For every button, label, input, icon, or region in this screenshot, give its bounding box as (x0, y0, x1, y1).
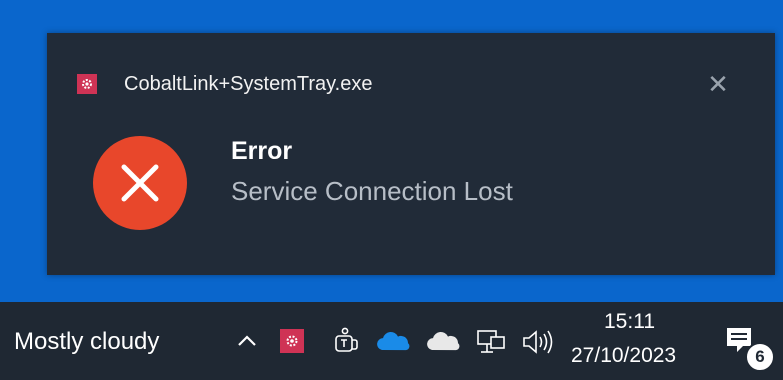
toast-message: Service Connection Lost (231, 176, 513, 206)
onedrive-white-icon[interactable] (426, 332, 460, 352)
onedrive-blue-icon[interactable] (376, 332, 410, 352)
network-icon[interactable] (475, 327, 507, 357)
toast-notification[interactable]: CobaltLink+SystemTray.exe ✕ Error Servic… (47, 33, 775, 275)
error-icon (93, 136, 187, 230)
teams-icon[interactable] (333, 327, 359, 355)
cobaltlink-app-icon (77, 74, 97, 94)
chevron-up-icon[interactable] (234, 328, 260, 354)
close-icon[interactable]: ✕ (703, 69, 733, 99)
toast-app-name: CobaltLink+SystemTray.exe (124, 73, 373, 95)
volume-icon[interactable] (520, 327, 554, 357)
toast-title: Error (231, 137, 293, 165)
weather-widget[interactable]: Mostly cloudy (14, 328, 159, 356)
clock-date[interactable]: 27/10/2023 (571, 344, 676, 368)
cobaltlink-tray-icon[interactable] (280, 329, 304, 353)
notification-count-badge: 6 (745, 342, 775, 372)
clock-time[interactable]: 15:11 (604, 310, 655, 334)
taskbar: Mostly cloudy 15:11 27/10/2023 6 (0, 302, 783, 380)
